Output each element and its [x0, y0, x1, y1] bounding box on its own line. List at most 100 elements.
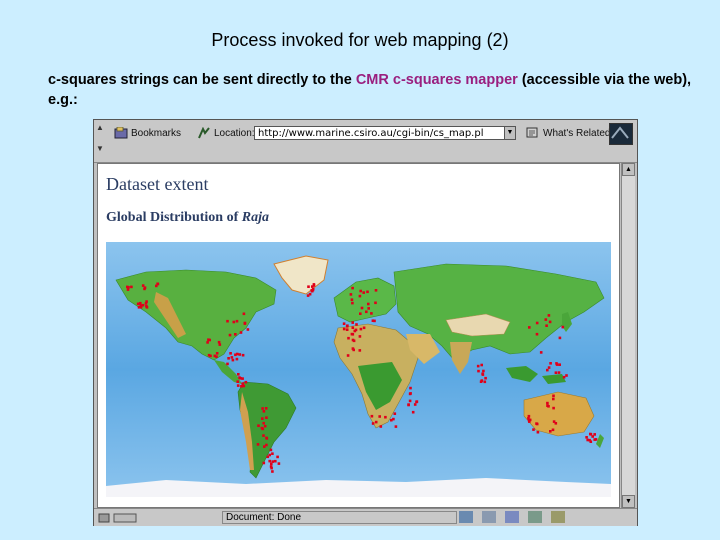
record-marker [261, 427, 265, 431]
toolbar-grip-icon-2[interactable]: ▼ [96, 144, 104, 160]
record-marker [213, 354, 217, 358]
record-marker [269, 448, 273, 452]
record-marker [561, 325, 565, 329]
record-marker [359, 327, 363, 331]
record-marker [366, 290, 369, 294]
record-marker [268, 453, 271, 457]
record-marker [349, 293, 353, 296]
record-marker [351, 286, 354, 290]
record-marker [546, 401, 549, 405]
vertical-scrollbar[interactable]: ▲ ▼ [621, 163, 635, 508]
record-marker [359, 312, 362, 315]
record-marker [263, 445, 266, 448]
scroll-up-icon[interactable]: ▲ [622, 163, 635, 176]
url-input[interactable]: http://www.marine.csiro.au/cgi-bin/cs_ma… [254, 126, 506, 140]
record-marker [261, 417, 264, 420]
url-dropdown-button[interactable]: ▼ [504, 126, 516, 140]
record-marker [528, 326, 531, 329]
news-icon[interactable] [505, 511, 519, 523]
record-marker [243, 322, 247, 325]
bookmarks-icon [114, 127, 128, 139]
record-marker [237, 373, 240, 376]
record-marker [346, 354, 350, 357]
record-marker [226, 319, 229, 323]
record-marker [262, 434, 265, 437]
composer-icon[interactable] [528, 511, 542, 523]
record-marker [206, 341, 209, 344]
record-marker [552, 394, 555, 398]
record-marker [547, 314, 551, 317]
record-marker [358, 349, 362, 352]
record-marker [232, 320, 236, 324]
subheading-taxon: Raja [241, 210, 269, 225]
record-marker [535, 422, 538, 425]
record-marker [274, 459, 277, 463]
record-marker [308, 292, 312, 296]
browser-window: ▲ ▼ Bookmarks Location: http://www.marin… [93, 119, 638, 526]
record-marker [351, 333, 355, 336]
record-marker [591, 435, 594, 438]
page-subheading: Global Distribution of Raja [106, 210, 269, 226]
status-text: Document: Done [222, 511, 457, 524]
record-marker [351, 321, 354, 324]
record-marker [554, 371, 558, 374]
record-marker [546, 368, 549, 372]
record-marker [477, 369, 480, 373]
record-marker [241, 353, 245, 357]
record-marker [234, 333, 237, 336]
record-marker [593, 438, 596, 441]
edit-icon[interactable] [551, 511, 565, 523]
record-marker [536, 430, 540, 434]
bookmarks-button[interactable]: Bookmarks [114, 125, 181, 141]
record-marker [351, 301, 354, 305]
record-marker [271, 460, 274, 463]
record-marker [378, 415, 381, 418]
record-marker [311, 288, 315, 292]
record-marker [374, 289, 378, 292]
record-marker [235, 357, 239, 361]
record-marker [558, 363, 561, 366]
record-marker [126, 288, 130, 291]
record-marker [130, 285, 133, 289]
record-marker [480, 379, 484, 382]
cmr-mapper-link[interactable]: CMR c-squares mapper [356, 72, 518, 88]
record-marker [535, 321, 539, 325]
record-marker [271, 470, 274, 473]
record-marker [392, 417, 395, 421]
record-marker [156, 282, 160, 286]
record-marker [270, 462, 273, 466]
record-marker [270, 466, 273, 470]
record-marker [265, 416, 268, 419]
whats-related-icon [526, 127, 538, 138]
record-marker [367, 302, 370, 306]
record-marker [350, 298, 354, 301]
body-text-before: c-squares strings can be sent directly t… [48, 72, 356, 88]
status-icons [459, 511, 565, 523]
bookmarks-label: Bookmarks [131, 127, 182, 139]
lock-icon[interactable] [98, 512, 138, 523]
record-marker [271, 452, 274, 455]
record-marker [256, 443, 260, 446]
mail-icon[interactable] [482, 511, 496, 523]
record-marker [351, 338, 355, 342]
record-marker [415, 400, 419, 403]
location-label-group: Location: [197, 125, 255, 141]
record-marker [241, 377, 244, 380]
scroll-down-icon[interactable]: ▼ [622, 495, 635, 508]
record-marker [345, 328, 349, 331]
whats-related-button[interactable]: What's Related [526, 125, 611, 141]
record-marker [226, 362, 229, 366]
record-marker [374, 420, 378, 424]
navigator-icon[interactable] [459, 511, 473, 523]
record-marker [393, 412, 397, 415]
record-marker [565, 374, 568, 377]
record-marker [265, 437, 269, 440]
whats-related-label: What's Related [543, 127, 611, 139]
record-marker [365, 310, 368, 314]
toolbar-grip-icon[interactable]: ▲ [96, 123, 104, 139]
record-marker [528, 420, 531, 423]
record-marker [371, 319, 375, 322]
record-marker [218, 343, 222, 346]
record-marker [549, 430, 552, 433]
record-marker [241, 382, 244, 385]
